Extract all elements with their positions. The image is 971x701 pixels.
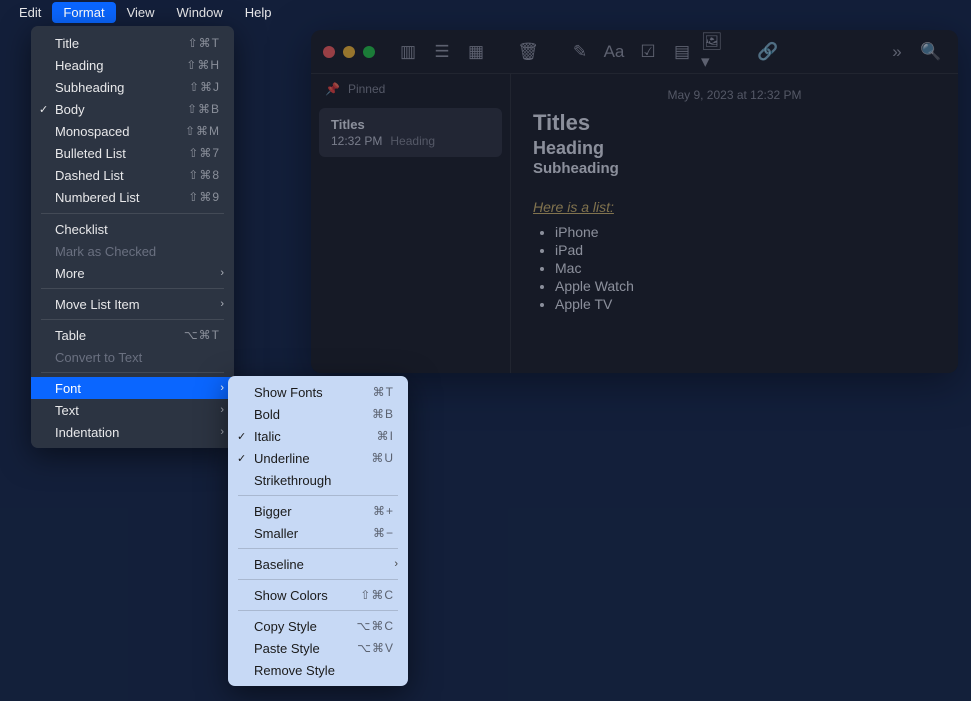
menu-monospaced[interactable]: Monospaced⇧⌘M [31,120,234,142]
menubar-window[interactable]: Window [166,2,234,23]
menubar-edit[interactable]: Edit [8,2,52,23]
pinned-label: Pinned [348,82,385,96]
menu-bulleted-list[interactable]: Bulleted List⇧⌘7 [31,142,234,164]
chevron-right-icon: › [220,426,224,438]
link-icon[interactable]: 🔗 [753,38,783,66]
menu-move-list-item[interactable]: Move List Item› [31,293,234,315]
menu-title[interactable]: Title⇧⌘T [31,32,234,54]
menu-font[interactable]: Font› [31,377,234,399]
submenu-paste-style[interactable]: Paste Style⌥⌘V [228,637,408,659]
menu-checklist[interactable]: Checklist [31,218,234,240]
menubar-format[interactable]: Format [52,2,115,23]
menu-subheading[interactable]: Subheading⇧⌘J [31,76,234,98]
menu-convert-to-text: Convert to Text [31,346,234,368]
note-editor[interactable]: May 9, 2023 at 12:32 PM Titles Heading S… [511,74,958,373]
more-toolbar-icon[interactable]: » [882,38,912,66]
font-submenu: Show Fonts⌘T Bold⌘B ✓Italic⌘I ✓Underline… [228,376,408,686]
submenu-baseline[interactable]: Baseline› [228,553,408,575]
chevron-right-icon: › [394,558,398,570]
notes-window: ▥ ☰ ▦ 🗑 ✎ Aa ☑ ▤ 🖼▾ 🔗 » 🔍 📌 Pinned Title… [311,30,958,373]
compose-icon[interactable]: ✎ [565,38,595,66]
note-date-header: May 9, 2023 at 12:32 PM [533,88,936,102]
pinned-section-header: 📌 Pinned [311,74,510,104]
menubar-help[interactable]: Help [234,2,283,23]
menu-table[interactable]: Table⌥⌘T [31,324,234,346]
list-item: Apple Watch [555,277,936,295]
note-heading: Heading [533,138,936,159]
submenu-smaller[interactable]: Smaller⌘− [228,522,408,544]
table-icon[interactable]: ▤ [667,38,697,66]
list-item: Apple TV [555,295,936,313]
minimize-window-icon[interactable] [343,46,355,58]
chevron-right-icon: › [220,404,224,416]
submenu-bigger[interactable]: Bigger⌘+ [228,500,408,522]
submenu-underline[interactable]: ✓Underline⌘U [228,447,408,469]
submenu-remove-style[interactable]: Remove Style [228,659,408,681]
media-icon[interactable]: 🖼▾ [701,38,731,66]
submenu-copy-style[interactable]: Copy Style⌥⌘C [228,615,408,637]
list-item: iPhone [555,223,936,241]
note-list-item[interactable]: Titles 12:32 PM Heading [319,108,502,157]
menu-body[interactable]: ✓Body⇧⌘B [31,98,234,120]
chevron-right-icon: › [220,382,224,394]
menu-heading[interactable]: Heading⇧⌘H [31,54,234,76]
menu-text[interactable]: Text› [31,399,234,421]
list-view-icon[interactable]: ☰ [427,38,457,66]
chevron-right-icon: › [220,267,224,279]
pin-icon: 📌 [325,82,340,96]
checkmark-icon: ✓ [237,452,246,465]
menubar-view[interactable]: View [116,2,166,23]
menu-more[interactable]: More› [31,262,234,284]
note-list-label: Here is a list: [533,199,614,215]
fullscreen-window-icon[interactable] [363,46,375,58]
window-traffic-lights[interactable] [323,46,375,58]
menubar: Edit Format View Window Help [0,0,971,24]
menu-dashed-list[interactable]: Dashed List⇧⌘8 [31,164,234,186]
submenu-show-fonts[interactable]: Show Fonts⌘T [228,381,408,403]
text-style-icon[interactable]: Aa [599,38,629,66]
toolbar: ▥ ☰ ▦ 🗑 ✎ Aa ☑ ▤ 🖼▾ 🔗 » 🔍 [311,30,958,74]
note-title: Titles [533,110,936,136]
note-subheading: Subheading [533,160,936,177]
sidebar-toggle-icon[interactable]: ▥ [393,38,423,66]
search-icon[interactable]: 🔍 [916,38,946,66]
note-card-time: 12:32 PM [331,134,382,148]
note-card-title: Titles [331,117,490,132]
notes-sidebar: 📌 Pinned Titles 12:32 PM Heading [311,74,511,373]
close-window-icon[interactable] [323,46,335,58]
list-item: Mac [555,259,936,277]
submenu-bold[interactable]: Bold⌘B [228,403,408,425]
format-menu: Title⇧⌘T Heading⇧⌘H Subheading⇧⌘J ✓Body⇧… [31,26,234,448]
menu-mark-as-checked: Mark as Checked [31,240,234,262]
grid-view-icon[interactable]: ▦ [461,38,491,66]
list-item: iPad [555,241,936,259]
checkmark-icon: ✓ [39,103,48,116]
checkmark-icon: ✓ [237,430,246,443]
submenu-strikethrough[interactable]: Strikethrough [228,469,408,491]
submenu-show-colors[interactable]: Show Colors⇧⌘C [228,584,408,606]
chevron-right-icon: › [220,298,224,310]
note-card-preview: Heading [390,134,435,148]
trash-icon[interactable]: 🗑 [513,38,543,66]
menu-numbered-list[interactable]: Numbered List⇧⌘9 [31,186,234,208]
submenu-italic[interactable]: ✓Italic⌘I [228,425,408,447]
note-bullet-list: iPhone iPad Mac Apple Watch Apple TV [555,223,936,313]
checklist-icon[interactable]: ☑ [633,38,663,66]
menu-indentation[interactable]: Indentation› [31,421,234,443]
